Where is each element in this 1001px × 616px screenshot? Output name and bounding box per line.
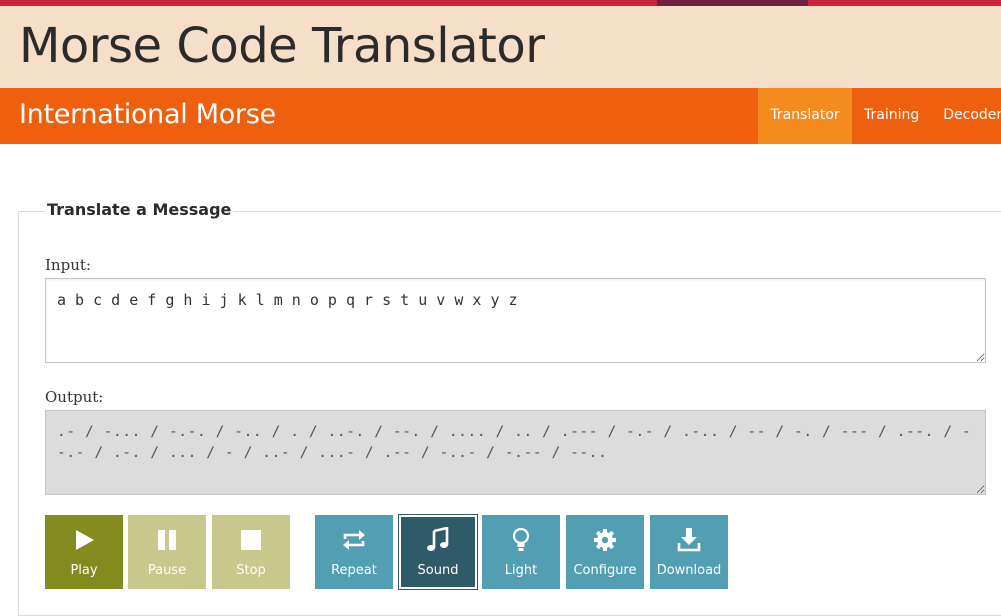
pause-button[interactable]: Pause bbox=[128, 515, 206, 589]
sound-button[interactable]: Sound bbox=[398, 514, 478, 590]
music-note-icon bbox=[399, 527, 477, 553]
configure-button[interactable]: Configure bbox=[566, 515, 644, 589]
repeat-icon bbox=[315, 527, 393, 553]
stop-icon bbox=[212, 527, 290, 553]
input-label: Input: bbox=[45, 256, 91, 274]
nav-bar: International Morse Translator Training … bbox=[0, 88, 1001, 144]
light-button[interactable]: Light bbox=[482, 515, 560, 589]
repeat-button[interactable]: Repeat bbox=[315, 515, 393, 589]
stop-button[interactable]: Stop bbox=[212, 515, 290, 589]
output-textarea[interactable] bbox=[45, 410, 986, 495]
site-header: Morse Code Translator bbox=[0, 6, 1001, 88]
repeat-button-label: Repeat bbox=[331, 563, 377, 578]
stop-button-label: Stop bbox=[236, 563, 266, 578]
play-button[interactable]: Play bbox=[45, 515, 123, 589]
nav-item-decoder[interactable]: Decoder bbox=[931, 88, 1001, 144]
site-title: Morse Code Translator bbox=[19, 18, 545, 74]
main-nav: Translator Training Decoder bbox=[758, 88, 1001, 144]
download-icon bbox=[650, 527, 728, 553]
site-subtitle: International Morse bbox=[19, 99, 276, 130]
output-label: Output: bbox=[45, 388, 104, 406]
configure-button-label: Configure bbox=[573, 563, 637, 578]
pause-icon bbox=[128, 527, 206, 553]
pause-button-label: Pause bbox=[147, 563, 187, 578]
light-button-label: Light bbox=[504, 563, 538, 578]
play-button-label: Play bbox=[70, 563, 98, 578]
nav-item-translator[interactable]: Translator bbox=[758, 88, 852, 144]
nav-item-training[interactable]: Training bbox=[852, 88, 931, 144]
gear-icon bbox=[566, 527, 644, 553]
play-icon bbox=[45, 527, 123, 553]
lightbulb-icon bbox=[482, 527, 560, 553]
panel-legend: Translate a Message bbox=[45, 200, 234, 219]
sound-button-label: Sound bbox=[417, 563, 459, 578]
download-button-label: Download bbox=[656, 563, 722, 578]
download-button[interactable]: Download bbox=[650, 515, 728, 589]
input-textarea[interactable] bbox=[45, 278, 986, 363]
